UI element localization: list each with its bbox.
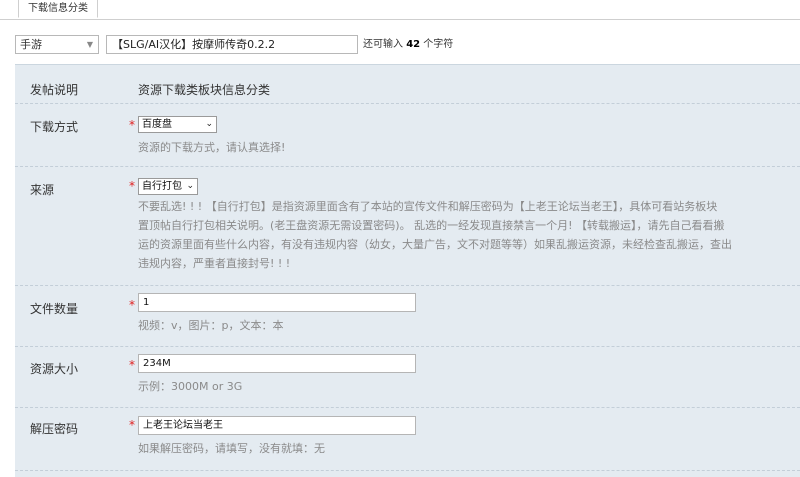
chevron-down-icon: ▼ [86, 40, 93, 49]
tab-bar: 下载信息分类 [0, 0, 800, 20]
source-label: 来源 [30, 183, 55, 197]
source-desc-line: 运的资源里面有些什么内容，有没有违规内容（幼女，大量广告，文不对题等等）如果乱搬… [138, 238, 732, 251]
required-mark: * [129, 298, 135, 312]
file-count-input[interactable]: 1 [138, 293, 416, 312]
form-row-password: 解压密码 * 上老王论坛当老王 如果解压密码，请填写，没有就填：无 [15, 408, 800, 471]
download-label: 下载方式 [30, 120, 79, 134]
source-select[interactable]: 自行打包 ⌄ [138, 178, 198, 195]
download-hint: 资源的下载方式，请认真选择! [138, 141, 286, 154]
form-row-file-count: 文件数量 * 1 视频：v，图片：p，文本：本 [15, 286, 800, 347]
size-label: 资源大小 [30, 362, 79, 376]
tab-download-info[interactable]: 下载信息分类 [18, 0, 98, 18]
password-hint: 如果解压密码，请填写，没有就填：无 [138, 442, 325, 455]
remaining-prefix: 还可输入 [363, 39, 403, 50]
size-hint: 示例：3000M or 3G [138, 380, 243, 393]
title-input[interactable]: 【SLG/AI汉化】按摩师传奇0.2.2 [106, 35, 358, 54]
password-input[interactable]: 上老王论坛当老王 [138, 416, 416, 435]
size-input[interactable]: 234M [138, 354, 416, 373]
download-method-select[interactable]: 百度盘 ⌄ [138, 116, 217, 133]
chevron-down-icon: ⌄ [186, 181, 194, 191]
chevron-down-icon: ⌄ [205, 119, 213, 129]
file-count-hint: 视频：v，图片：p，文本：本 [138, 319, 284, 332]
intro-label: 发帖说明 [30, 83, 79, 97]
category-select[interactable]: 手游 ▼ [15, 35, 99, 54]
source-desc-line: 置顶帖自行打包相关说明。(老王盘资源无需设置密码)。 乱选的一经发现直接禁言一个… [138, 219, 725, 232]
source-desc-line: 违规内容，严重者直接封号! ! ! [138, 257, 291, 270]
category-select-value: 手游 [20, 38, 42, 51]
source-description: 不要乱选! ! ! 【自行打包】是指资源里面含有了本站的宣传文件和解压密码为【上… [138, 197, 800, 273]
required-mark: * [129, 358, 135, 372]
form-row-intro: 发帖说明 资源下载类板块信息分类 [15, 65, 800, 104]
required-mark: * [129, 418, 135, 432]
form-row-download: 下载方式 * 百度盘 ⌄ 资源的下载方式，请认真选择! [15, 104, 800, 167]
char-remaining: 还可输入 42 个字符 [363, 35, 453, 54]
source-desc-line: 不要乱选! ! ! 【自行打包】是指资源里面含有了本站的宣传文件和解压密码为【上… [138, 200, 718, 213]
form-panel: 发帖说明 资源下载类板块信息分类 下载方式 * 百度盘 ⌄ 资源的下载方式，请认… [15, 64, 800, 477]
file-count-label: 文件数量 [30, 302, 79, 316]
required-mark: * [129, 118, 135, 132]
required-mark: * [129, 179, 135, 193]
remaining-suffix: 个字符 [423, 39, 454, 50]
intro-value: 资源下载类板块信息分类 [138, 83, 271, 97]
download-method-value: 百度盘 [142, 119, 172, 130]
remaining-count: 42 [406, 39, 421, 50]
password-label: 解压密码 [30, 422, 79, 436]
title-row: 手游 ▼ 【SLG/AI汉化】按摩师传奇0.2.2 还可输入 42 个字符 [0, 35, 800, 55]
form-row-size: 资源大小 * 234M 示例：3000M or 3G [15, 347, 800, 408]
source-select-value: 自行打包 [142, 181, 182, 192]
